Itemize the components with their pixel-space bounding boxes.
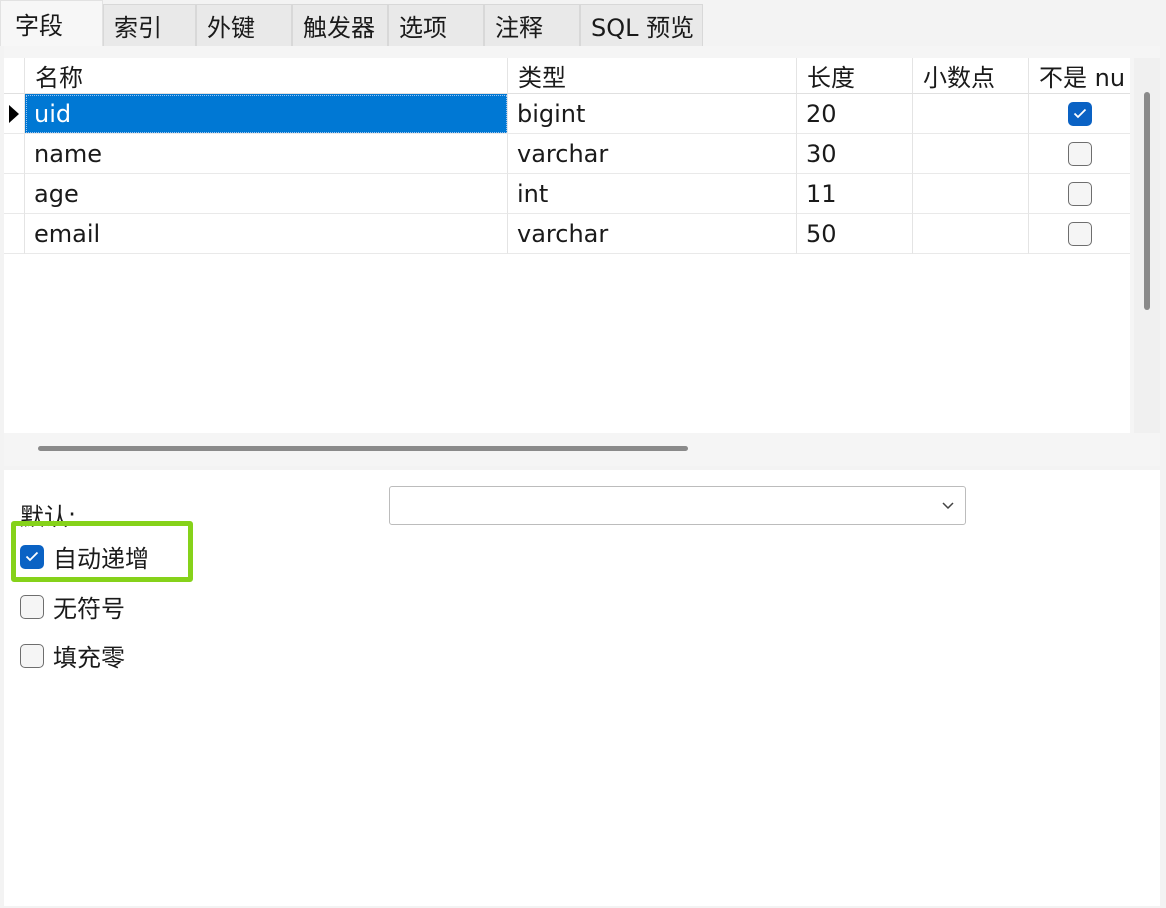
unsigned-label: 无符号 — [53, 595, 125, 623]
field-type-cell[interactable]: bigint — [508, 94, 797, 134]
row-indicator — [4, 214, 25, 254]
fields-grid: 名称 类型 长度 小数点 不是 nu uid bigint 20 name va… — [4, 58, 1130, 433]
tab-comments[interactable]: 注释 — [484, 4, 580, 46]
table-row[interactable]: name varchar 30 — [4, 134, 1130, 174]
field-type-cell[interactable]: varchar — [508, 134, 797, 174]
field-name-cell[interactable]: uid — [25, 94, 508, 134]
field-decimal-cell[interactable] — [913, 174, 1029, 214]
tab-bar: 字段 索引 外键 触发器 选项 注释 SQL 预览 — [0, 0, 1166, 46]
row-indicator — [4, 134, 25, 174]
field-type-cell[interactable]: int — [508, 174, 797, 214]
tab-foreign-keys[interactable]: 外键 — [196, 4, 292, 46]
field-name-cell[interactable]: email — [25, 214, 508, 254]
field-decimal-cell[interactable] — [913, 134, 1029, 174]
current-row-arrow-icon — [9, 104, 19, 123]
field-name-cell[interactable]: age — [25, 174, 508, 214]
row-indicator — [4, 174, 25, 214]
auto-increment-checkbox[interactable] — [20, 544, 44, 569]
header-name[interactable]: 名称 — [25, 58, 508, 94]
zerofill-option[interactable]: 填充零 — [20, 638, 125, 673]
not-null-checkbox[interactable] — [1067, 101, 1092, 126]
tab-fields[interactable]: 字段 — [0, 0, 103, 46]
field-decimal-cell[interactable] — [913, 94, 1029, 134]
row-indicator — [4, 94, 25, 134]
header-not-null[interactable]: 不是 nu — [1029, 58, 1130, 94]
table-row[interactable]: uid bigint 20 — [4, 94, 1130, 134]
zerofill-label: 填充零 — [53, 644, 125, 672]
header-length[interactable]: 长度 — [797, 58, 913, 94]
table-row[interactable]: age int 11 — [4, 174, 1130, 214]
header-decimal[interactable]: 小数点 — [913, 58, 1029, 94]
auto-increment-label: 自动递增 — [53, 545, 149, 573]
not-null-cell — [1029, 134, 1130, 174]
unsigned-option[interactable]: 无符号 — [20, 589, 125, 624]
chevron-down-icon — [942, 502, 954, 510]
header-type[interactable]: 类型 — [508, 58, 797, 94]
not-null-cell — [1029, 174, 1130, 214]
grid-header: 名称 类型 长度 小数点 不是 nu — [4, 58, 1130, 98]
not-null-checkbox[interactable] — [1067, 181, 1092, 206]
field-name-cell[interactable]: name — [25, 134, 508, 174]
zerofill-checkbox[interactable] — [20, 643, 44, 668]
header-indicator — [4, 58, 25, 94]
tab-options[interactable]: 选项 — [388, 4, 484, 46]
default-label: 默认: — [20, 503, 77, 531]
field-properties-panel: 默认: 自动递增 无符号 填充零 — [4, 470, 1160, 906]
unsigned-checkbox[interactable] — [20, 594, 44, 619]
tab-triggers[interactable]: 触发器 — [292, 4, 388, 46]
not-null-checkbox[interactable] — [1067, 221, 1092, 246]
field-length-cell[interactable]: 50 — [797, 214, 913, 254]
field-length-cell[interactable]: 20 — [797, 94, 913, 134]
not-null-cell — [1029, 214, 1130, 254]
table-row[interactable]: email varchar 50 — [4, 214, 1130, 254]
not-null-checkbox[interactable] — [1067, 141, 1092, 166]
default-value-combobox[interactable] — [389, 486, 966, 525]
tab-indexes[interactable]: 索引 — [103, 4, 196, 46]
auto-increment-option[interactable]: 自动递增 — [20, 539, 149, 574]
field-length-cell[interactable]: 11 — [797, 174, 913, 214]
vertical-scrollbar-thumb[interactable] — [1144, 92, 1150, 310]
field-decimal-cell[interactable] — [913, 214, 1029, 254]
fields-grid-panel: 名称 类型 长度 小数点 不是 nu uid bigint 20 name va… — [4, 46, 1160, 466]
check-icon — [1073, 108, 1086, 119]
tab-sql-preview[interactable]: SQL 预览 — [580, 4, 703, 46]
not-null-cell — [1029, 94, 1130, 134]
field-length-cell[interactable]: 30 — [797, 134, 913, 174]
check-icon — [25, 551, 39, 562]
field-type-cell[interactable]: varchar — [508, 214, 797, 254]
horizontal-scrollbar-thumb[interactable] — [38, 446, 688, 451]
